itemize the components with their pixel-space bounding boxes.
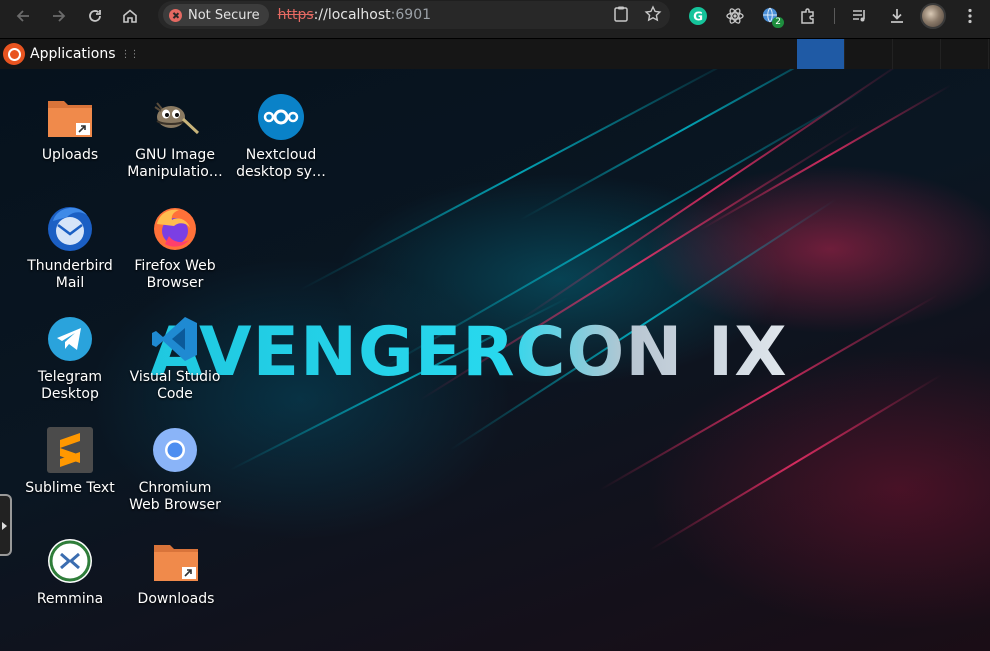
desktop-icon-gimp[interactable]: GNU Image Manipulatio…	[125, 91, 225, 181]
desktop-icon-thunderbird[interactable]: Thunderbird Mail	[20, 202, 120, 292]
desktop-icon-vscode[interactable]: Visual Studio Code	[125, 313, 225, 403]
icon-label: Visual Studio Code	[129, 369, 221, 402]
icon-label: Telegram Desktop	[37, 369, 103, 402]
extension-badge-count: 2	[772, 17, 784, 28]
security-label: Not Secure	[188, 7, 260, 23]
react-devtools-extension[interactable]	[720, 0, 750, 31]
desktop-icon-firefox[interactable]: Firefox Web Browser	[125, 202, 225, 292]
chromium-icon	[149, 424, 201, 476]
desktop-top-panel: Applications ⋮⋮	[0, 38, 990, 70]
desktop-icon-remmina[interactable]: Remmina	[20, 535, 120, 608]
forward-button[interactable]	[42, 0, 76, 31]
sublime-icon	[44, 424, 96, 476]
toolbar-bottom-strip	[0, 31, 990, 38]
extension-with-badge[interactable]: 2	[756, 0, 786, 31]
vscode-icon	[149, 313, 201, 365]
icon-label: Sublime Text	[25, 480, 115, 496]
workspace-1[interactable]	[797, 39, 845, 70]
telegram-icon	[44, 313, 96, 365]
react-atom-icon	[726, 7, 744, 24]
url-separator: ://	[313, 7, 328, 23]
folder-download-icon	[150, 535, 202, 587]
forward-arrow-icon	[53, 9, 66, 22]
download-icon	[891, 8, 903, 23]
downloads-button[interactable]	[882, 0, 912, 31]
security-indicator[interactable]: Not Secure	[163, 4, 269, 26]
icon-label: Firefox Web Browser	[134, 258, 216, 291]
home-button[interactable]	[113, 0, 147, 31]
reload-button[interactable]	[78, 0, 112, 31]
bookmark-star-icon[interactable]	[644, 5, 662, 23]
desktop-icon-nextcloud[interactable]: Nextcloud desktop sy…	[231, 91, 331, 181]
icon-label: Chromium Web Browser	[129, 480, 221, 513]
back-button[interactable]	[6, 0, 40, 31]
firefox-icon	[149, 202, 201, 254]
url-scheme: https	[277, 7, 314, 23]
gimp-icon	[149, 91, 201, 143]
desktop-icon-telegram[interactable]: Telegram Desktop	[20, 313, 120, 403]
thunderbird-icon	[44, 202, 96, 254]
icon-label: Uploads	[41, 147, 99, 163]
wallpaper-banner-title: AVENGERCON IX	[150, 313, 788, 392]
folder-upload-icon	[44, 91, 96, 143]
icon-label: Remmina	[36, 591, 104, 607]
workspace-4[interactable]	[941, 39, 989, 70]
side-panel-handle[interactable]	[0, 494, 12, 556]
kebab-menu-icon	[968, 8, 972, 23]
desktop-icon-downloads[interactable]: Downloads	[126, 535, 226, 608]
url-port: :6901	[390, 7, 432, 23]
icon-label: Downloads	[137, 591, 215, 607]
profile-button[interactable]	[918, 0, 948, 31]
browser-menu-button[interactable]	[955, 0, 985, 31]
playlist-music-icon	[853, 9, 865, 21]
grammarly-extension[interactable]: G	[683, 0, 713, 31]
desktop-icon-uploads[interactable]: Uploads	[20, 91, 120, 164]
media-controls-button[interactable]	[845, 0, 875, 31]
home-icon	[123, 8, 137, 23]
back-arrow-icon	[16, 9, 29, 22]
profile-avatar	[920, 2, 946, 29]
workspace-3[interactable]	[893, 39, 941, 70]
url-host: localhost	[327, 7, 391, 23]
toolbar-divider	[834, 8, 835, 24]
nextcloud-icon	[255, 91, 307, 143]
desktop-area: AVENGERCON IX Uploads GNU Image Manipula…	[0, 69, 990, 651]
grammarly-icon: G	[689, 6, 707, 25]
panel-grip-icon: ⋮⋮	[120, 48, 140, 60]
browser-toolbar: Not Secure https://localhost:6901 G 2	[0, 0, 990, 31]
ubuntu-logo-icon	[3, 43, 25, 65]
applications-menu[interactable]: Applications ⋮⋮	[3, 43, 140, 65]
reload-icon	[89, 9, 101, 22]
svg-text:G: G	[693, 9, 703, 23]
url-text[interactable]: https://localhost:6901	[278, 7, 431, 23]
applications-label: Applications	[30, 46, 116, 62]
not-secure-icon	[169, 8, 182, 22]
clipboard-icon[interactable]	[612, 5, 630, 23]
icon-label: Thunderbird Mail	[27, 258, 113, 291]
desktop-icon-sublime[interactable]: Sublime Text	[20, 424, 120, 497]
extensions-button[interactable]	[793, 0, 823, 31]
icon-label: Nextcloud desktop sy…	[236, 147, 326, 180]
workspace-2[interactable]	[845, 39, 893, 70]
desktop-icon-chromium[interactable]: Chromium Web Browser	[125, 424, 225, 514]
address-bar[interactable]: Not Secure https://localhost:6901	[158, 1, 670, 29]
icon-label: GNU Image Manipulatio…	[127, 147, 223, 180]
puzzle-piece-icon	[801, 7, 814, 24]
remmina-icon	[44, 535, 96, 587]
